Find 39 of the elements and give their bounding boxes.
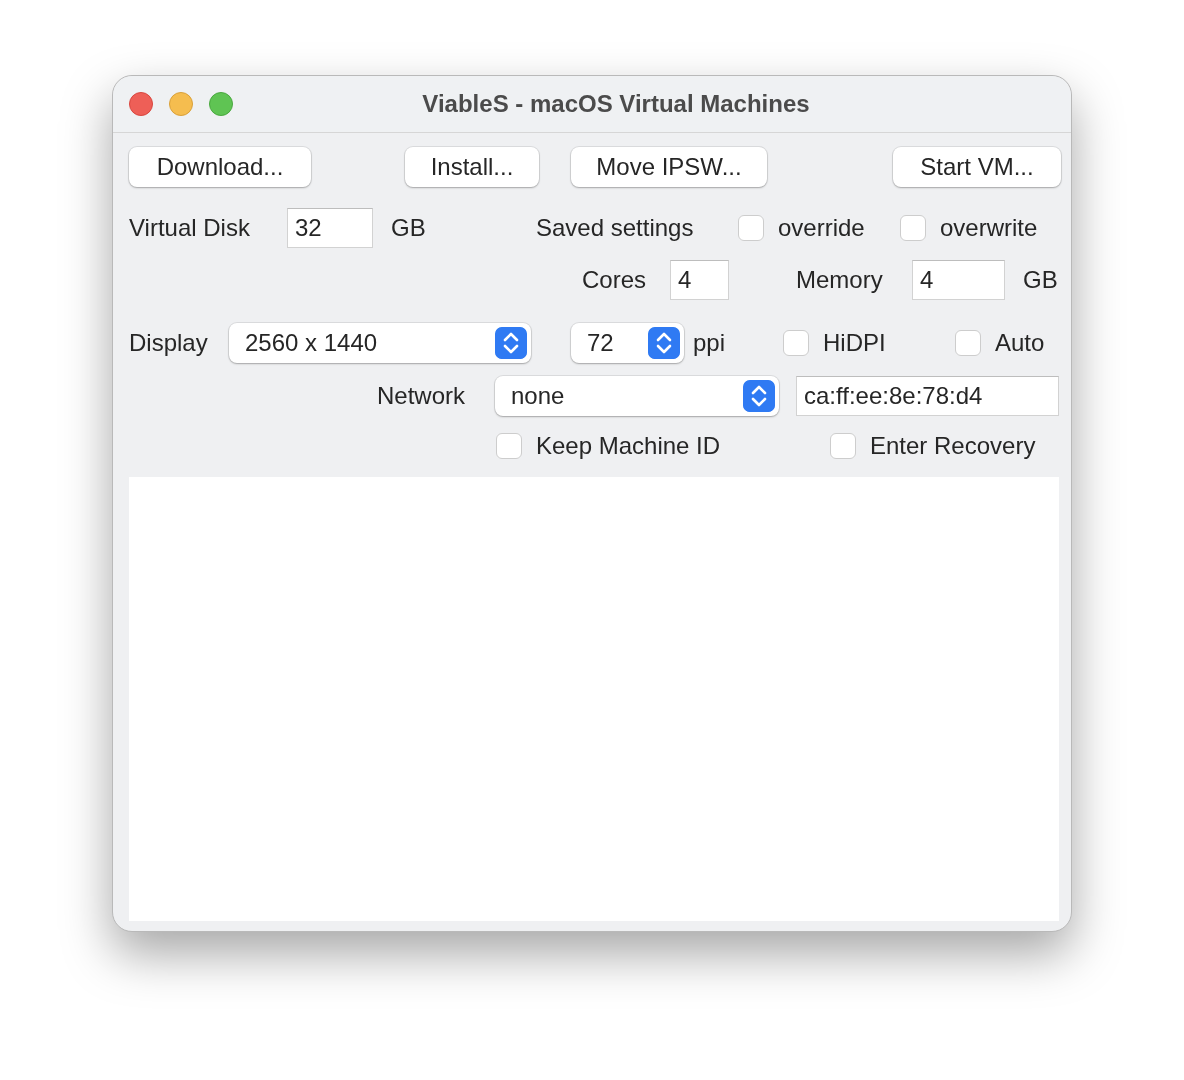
stepper-icon	[743, 380, 775, 412]
close-button[interactable]	[129, 92, 153, 116]
field-label: GB	[1023, 265, 1059, 295]
field-label: Virtual Disk	[129, 213, 251, 243]
popup-select[interactable]: none	[495, 376, 779, 416]
field-label: Saved settings	[536, 213, 695, 243]
input-field[interactable]: 4	[912, 260, 1005, 300]
toolbar-button[interactable]: Start VM...	[893, 147, 1061, 187]
window-title: ViableS - macOS Virtual Machines	[422, 90, 810, 117]
input-field[interactable]: ca:ff:ee:8e:78:d4	[796, 376, 1059, 416]
checkbox-label[interactable]: override	[778, 210, 865, 246]
checkbox[interactable]	[738, 215, 764, 241]
field-label: GB	[391, 213, 427, 243]
checkbox[interactable]	[496, 433, 522, 459]
stepper-icon	[648, 327, 680, 359]
minimize-button[interactable]	[169, 92, 193, 116]
toolbar-button[interactable]: Install...	[405, 147, 539, 187]
input-field[interactable]: 4	[670, 260, 729, 300]
toolbar-button[interactable]: Move IPSW...	[571, 147, 767, 187]
field-label: Memory	[796, 265, 884, 295]
checkbox-label[interactable]: Keep Machine ID	[536, 428, 721, 464]
field-label: Cores	[582, 265, 648, 295]
popup-select[interactable]: 72	[571, 323, 684, 363]
checkbox[interactable]	[955, 330, 981, 356]
checkbox[interactable]	[830, 433, 856, 459]
field-label: Network	[377, 381, 467, 411]
checkbox-label[interactable]: Auto	[995, 325, 1045, 361]
input-field[interactable]: 32	[287, 208, 373, 248]
checkbox-label[interactable]: Enter Recovery	[870, 428, 1036, 464]
popup-select[interactable]: 2560 x 1440	[229, 323, 531, 363]
zoom-button[interactable]	[209, 92, 233, 116]
checkbox-label[interactable]: HiDPI	[823, 325, 886, 361]
field-label: ppi	[693, 328, 727, 358]
checkbox-label[interactable]: overwrite	[940, 210, 1038, 246]
checkbox[interactable]	[900, 215, 926, 241]
toolbar-button[interactable]: Download...	[129, 147, 311, 187]
stepper-icon	[495, 327, 527, 359]
field-label: Display	[129, 328, 209, 358]
checkbox[interactable]	[783, 330, 809, 356]
